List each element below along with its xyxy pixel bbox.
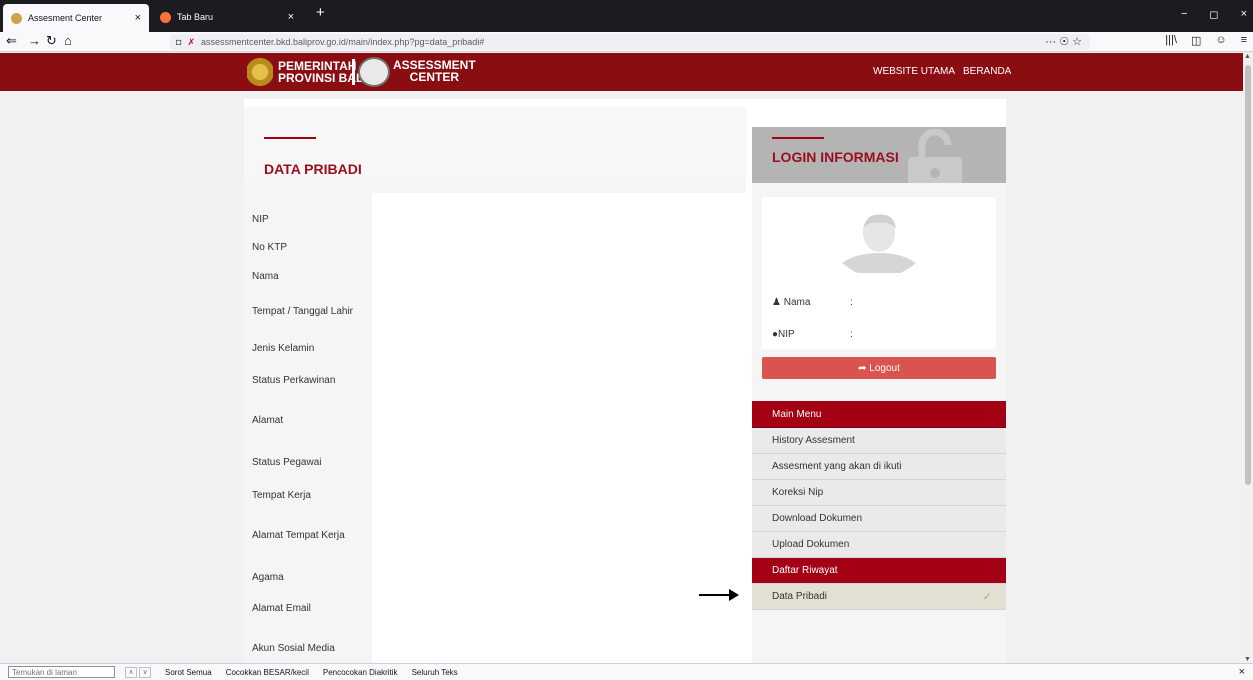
field-label-no-ktp: No KTP xyxy=(252,242,288,253)
find-option-match-case[interactable]: Cocokkan BESAR/kecil xyxy=(226,668,309,677)
page-viewport: PEMERINTAH PROVINSI BALI ASSESSMENT CENT… xyxy=(0,53,1243,663)
tab-new-tab[interactable]: Tab Baru × xyxy=(152,4,302,30)
menu-item-upload-dokumen[interactable]: Upload Dokumen xyxy=(752,532,1006,558)
bali-crest-logo[interactable] xyxy=(247,57,273,87)
field-label-alamat-email: Alamat Email xyxy=(252,603,311,614)
library-icon[interactable]: |||\ xyxy=(1165,34,1177,47)
data-values-panel xyxy=(372,193,746,663)
field-label-agama: Agama xyxy=(252,572,284,583)
nav-beranda[interactable]: BERANDA xyxy=(963,66,1011,77)
login-nip-colon: : xyxy=(850,329,853,340)
nav-website-utama[interactable]: WEBSITE UTAMA xyxy=(873,66,955,77)
title-accent-line xyxy=(264,137,316,139)
scroll-up-icon[interactable]: ▲ xyxy=(1244,53,1251,60)
tracking-shield-icon[interactable]: ◘ xyxy=(176,37,181,47)
avatar xyxy=(842,214,916,273)
scrollbar-thumb[interactable] xyxy=(1245,65,1251,485)
tab-close-icon[interactable]: × xyxy=(135,12,141,24)
field-label-akun-sosial-media: Akun Sosial Media xyxy=(252,643,335,654)
logout-icon: ➦ xyxy=(858,362,867,374)
logo-divider xyxy=(352,59,355,85)
field-label-tempat-tanggal-lahir: Tempat / Tanggal Lahir xyxy=(252,306,353,317)
login-name-row: ♟ Nama xyxy=(772,297,811,308)
main-menu: Main Menu History Assesment Assesment ya… xyxy=(752,401,1006,610)
user-icon: ♟ xyxy=(772,297,781,308)
browser-nav-bar: ⇐ → ↻ ⌂ ◘ ✗ assessmentcenter.bkd.balipro… xyxy=(0,32,1253,52)
login-name-colon: : xyxy=(850,297,853,308)
field-label-alamat: Alamat xyxy=(252,415,284,426)
minimize-icon[interactable]: − xyxy=(1181,8,1187,21)
assessment-center-logo[interactable] xyxy=(358,57,390,87)
tab-label: Assesment Center xyxy=(28,13,103,23)
title-accent-line xyxy=(772,137,824,139)
tab-assesment-center[interactable]: Assesment Center × xyxy=(3,4,149,32)
menu-item-assesment-yang-akan-diikuti[interactable]: Assesment yang akan di ikuti xyxy=(752,454,1006,480)
forward-icon[interactable]: → xyxy=(28,33,41,48)
menu-icon[interactable]: ≡ xyxy=(1241,34,1247,47)
site-favicon-icon xyxy=(11,12,22,24)
new-tab-button[interactable]: + xyxy=(316,4,325,21)
url-text: assessmentcenter.bkd.baliprov.go.id/main… xyxy=(200,37,485,47)
sidebar-icon[interactable]: ◫ xyxy=(1191,34,1201,47)
login-nip-row: ●NIP xyxy=(772,329,795,340)
menu-item-history-assesment[interactable]: History Assesment xyxy=(752,428,1006,454)
field-label-status-pegawai: Status Pegawai xyxy=(252,457,322,468)
firefox-icon xyxy=(160,11,171,23)
maximize-icon[interactable]: ◻ xyxy=(1209,8,1218,21)
account-icon[interactable]: ☺ xyxy=(1215,34,1226,47)
page-scrollbar[interactable]: ▲ ▼ xyxy=(1243,53,1253,663)
address-bar[interactable]: ◘ ✗ assessmentcenter.bkd.baliprov.go.id/… xyxy=(170,34,1090,50)
toolbar-icons: |||\ ◫ ☺ ≡ xyxy=(1165,34,1247,47)
window-controls: − ◻ × xyxy=(1181,8,1247,21)
field-label-status-perkawinan: Status Perkawinan xyxy=(252,375,336,386)
content-card: DATA PRIBADI NIP No KTP Nama Tempat / Ta… xyxy=(244,99,1006,663)
find-previous-icon[interactable]: ∧ xyxy=(125,666,137,678)
find-bar: ∧ ∨ Sorot Semua Cocokkan BESAR/kecil Pen… xyxy=(0,663,1253,680)
browser-tab-bar: Assesment Center × Tab Baru × + − ◻ × xyxy=(0,0,1253,32)
page-title: DATA PRIBADI xyxy=(264,161,362,177)
insecure-lock-icon[interactable]: ✗ xyxy=(187,37,195,48)
reload-icon[interactable]: ↻ xyxy=(46,33,57,49)
url-actions[interactable]: ··· ☉ ☆ xyxy=(1045,35,1082,48)
menu-item-koreksi-nip[interactable]: Koreksi Nip xyxy=(752,480,1006,506)
data-pribadi-panel: DATA PRIBADI NIP No KTP Nama Tempat / Ta… xyxy=(244,107,746,663)
find-option-whole-words[interactable]: Seluruh Teks xyxy=(412,668,458,677)
home-icon[interactable]: ⌂ xyxy=(64,33,72,48)
field-label-tempat-kerja: Tempat Kerja xyxy=(252,490,311,501)
tab-close-icon[interactable]: × xyxy=(288,11,294,23)
profile-card: ♟ Nama : ●NIP : xyxy=(762,197,996,349)
data-pribadi-header: DATA PRIBADI xyxy=(244,107,746,183)
check-icon: ✓ xyxy=(982,591,992,603)
scroll-down-icon[interactable]: ▼ xyxy=(1244,656,1251,663)
main-menu-header: Main Menu xyxy=(752,401,1006,428)
close-window-icon[interactable]: × xyxy=(1241,8,1247,21)
find-option-highlight-all[interactable]: Sorot Semua xyxy=(165,668,212,677)
tab-label: Tab Baru xyxy=(177,12,214,22)
unlock-icon xyxy=(908,129,962,183)
find-next-icon[interactable]: ∨ xyxy=(139,666,151,678)
field-label-jenis-kelamin: Jenis Kelamin xyxy=(252,343,315,354)
assessment-center-text[interactable]: ASSESSMENT CENTER xyxy=(393,59,476,83)
login-info-header: LOGIN INFORMASI xyxy=(752,127,1006,183)
site-header: PEMERINTAH PROVINSI BALI ASSESSMENT CENT… xyxy=(0,53,1243,91)
login-info-title: LOGIN INFORMASI xyxy=(772,149,899,165)
field-label-nama: Nama xyxy=(252,271,279,282)
annotation-arrow-icon xyxy=(699,589,739,601)
menu-item-daftar-riwayat[interactable]: Daftar Riwayat xyxy=(752,558,1006,584)
menu-item-data-pribadi[interactable]: Data Pribadi ✓ xyxy=(752,584,1006,610)
find-nav: ∧ ∨ xyxy=(125,666,151,678)
back-icon[interactable]: ⇐ xyxy=(6,33,17,49)
field-label-alamat-tempat-kerja: Alamat Tempat Kerja xyxy=(252,530,345,541)
find-input[interactable] xyxy=(8,666,115,678)
logout-button[interactable]: ➦ Logout xyxy=(762,357,996,379)
find-option-match-diacritics[interactable]: Pencocokan Diakritik xyxy=(323,668,398,677)
find-close-icon[interactable]: × xyxy=(1239,666,1245,678)
menu-item-download-dokumen[interactable]: Download Dokumen xyxy=(752,506,1006,532)
field-label-nip: NIP xyxy=(252,214,269,225)
login-info-panel: LOGIN INFORMASI ♟ Nama : ●NIP : ➦ Logout… xyxy=(752,127,1006,663)
